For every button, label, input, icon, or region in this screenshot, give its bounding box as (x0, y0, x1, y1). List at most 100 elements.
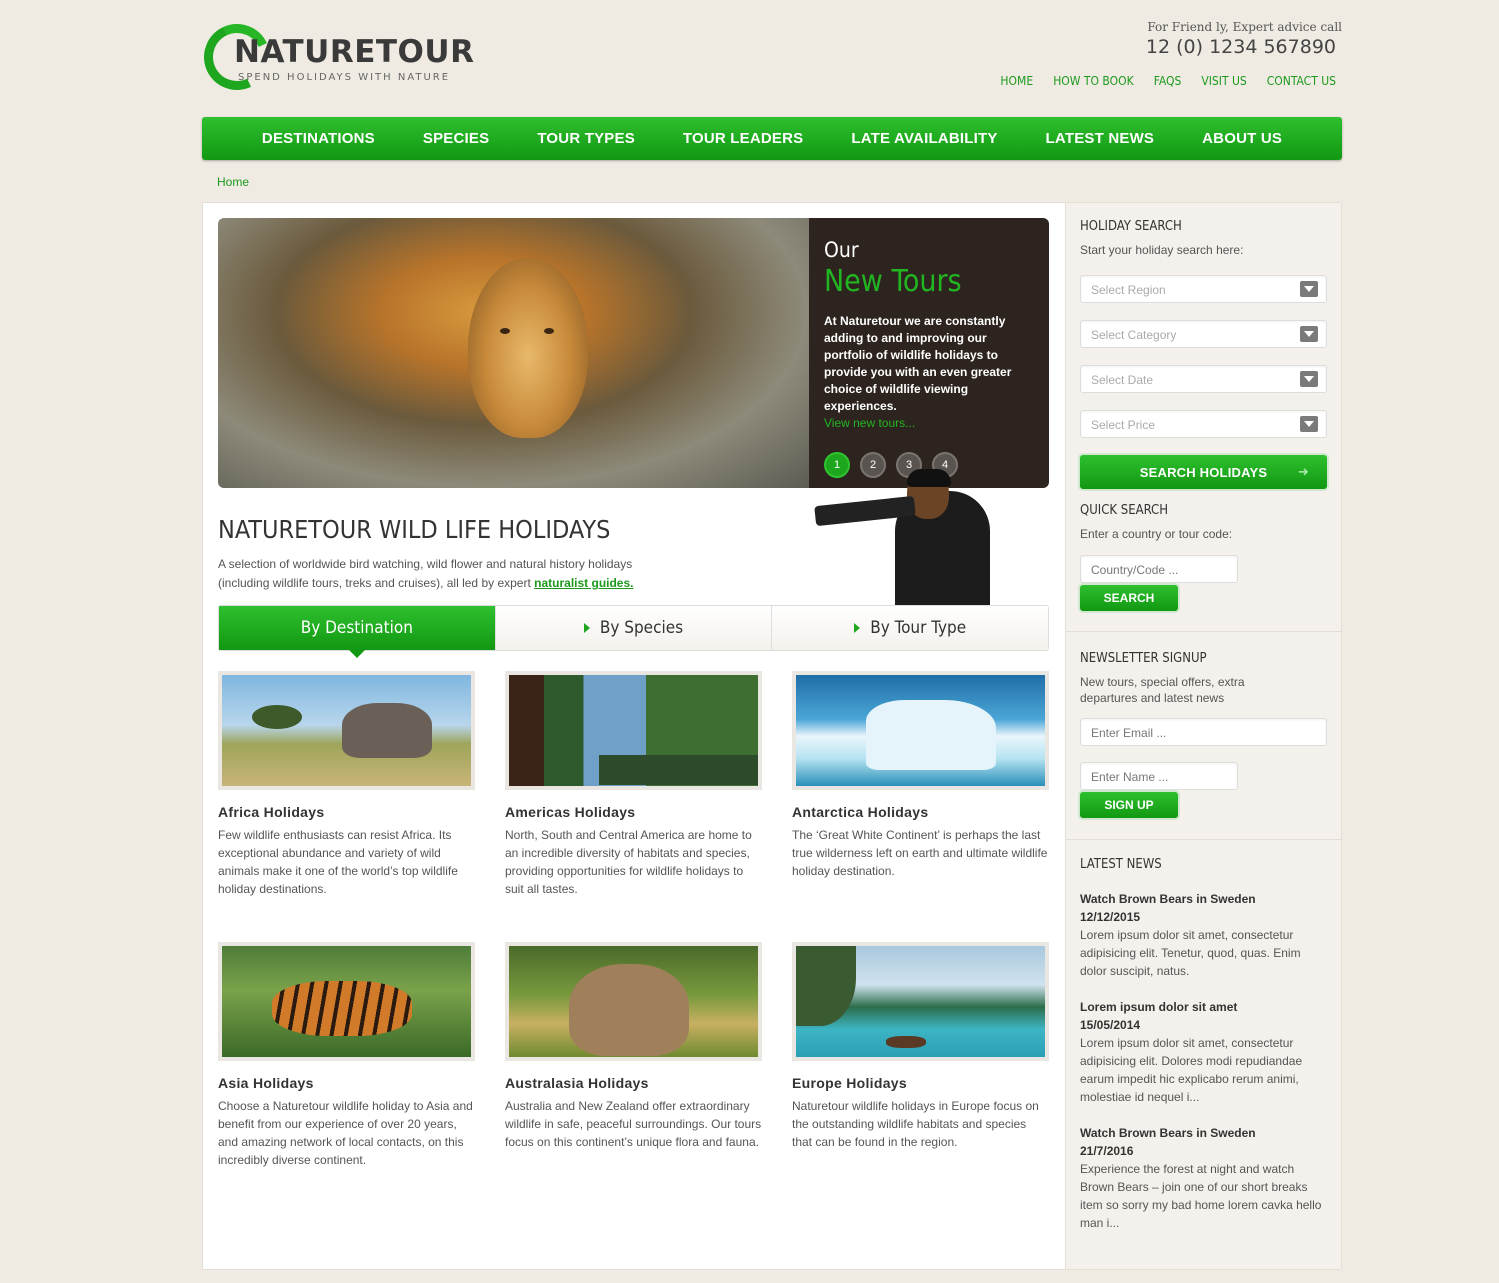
chevron-down-icon (1300, 326, 1318, 342)
card-title[interactable]: Asia Holidays (218, 1075, 475, 1091)
destination-card-asia: Asia Holidays Choose a Naturetour wildli… (218, 942, 475, 1193)
news-title[interactable]: Watch Brown Bears in Sweden (1080, 1124, 1328, 1142)
news-body: Lorem ipsum dolor sit amet, consectetur … (1080, 1036, 1303, 1104)
newsletter-section: NEWSLETTER SIGNUP New tours, special off… (1080, 651, 1328, 818)
quick-search-section: QUICK SEARCH Enter a country or tour cod… (1080, 503, 1328, 611)
triangle-right-icon (583, 623, 590, 633)
top-link-how-to-book[interactable]: HOW TO BOOK (1053, 74, 1134, 88)
nav-latest-news[interactable]: LATEST NEWS (1046, 130, 1155, 147)
lake-shape (599, 755, 758, 785)
tree-shape (252, 705, 302, 729)
news-body: Lorem ipsum dolor sit amet, consectetur … (1080, 928, 1301, 978)
hero-view-link[interactable]: View new tours... (824, 416, 1034, 430)
tab-by-species[interactable]: By Species (495, 606, 773, 650)
country-code-input[interactable]: Country/Code ... (1080, 555, 1238, 583)
page-title: NATURETOUR WILD LIFE HOLIDAYS (218, 515, 611, 544)
intro-text: A selection of worldwide bird watching, … (218, 555, 658, 593)
top-link-contact-us[interactable]: CONTACT US (1267, 74, 1336, 88)
europe-lagoon-image[interactable] (792, 942, 1049, 1061)
divider (1066, 631, 1342, 632)
breadcrumb[interactable]: Home (217, 175, 249, 189)
button-label: SEARCH HOLIDAYS (1139, 464, 1268, 480)
select-category[interactable]: Select Category (1080, 320, 1327, 348)
hero-lion-image (218, 218, 809, 488)
select-value: Select Date (1091, 373, 1154, 387)
elephant-shape (342, 703, 432, 758)
destination-card-australasia: Australasia Holidays Australia and New Z… (505, 942, 762, 1193)
card-title[interactable]: Australasia Holidays (505, 1075, 762, 1091)
news-item: Lorem ipsum dolor sit amet 15/05/2014 Lo… (1080, 998, 1328, 1106)
main-navigation: DESTINATIONS SPECIES TOUR TYPES TOUR LEA… (202, 117, 1342, 160)
select-price[interactable]: Select Price (1080, 410, 1327, 438)
hero-caption-panel: Our New Tours At Naturetour we are const… (809, 218, 1049, 488)
chevron-down-icon (1300, 371, 1318, 387)
tab-label: By Destination (300, 618, 413, 638)
hero-line2: New Tours (824, 264, 962, 299)
holiday-search-title: HOLIDAY SEARCH (1080, 219, 1182, 234)
hero-line1: Our (824, 238, 859, 262)
tab-label: By Tour Type (870, 618, 967, 638)
top-link-home[interactable]: HOME (1000, 74, 1033, 88)
card-text: North, South and Central America are hom… (505, 828, 752, 896)
kangaroo-shape (569, 964, 689, 1056)
top-links: HOME HOW TO BOOK FAQS VISIT US CONTACT U… (1000, 74, 1336, 88)
select-date[interactable]: Select Date (1080, 365, 1327, 393)
photographer-image (814, 469, 1000, 606)
name-field[interactable]: Enter Name ... (1080, 762, 1238, 790)
quick-search-button[interactable]: SEARCH (1080, 585, 1178, 611)
newsletter-title: NEWSLETTER SIGNUP (1080, 651, 1207, 666)
hero-text: At Naturetour we are constantly adding t… (824, 314, 1012, 413)
nav-late-availability[interactable]: LATE AVAILABILITY (851, 130, 997, 147)
news-item: Watch Brown Bears in Sweden 12/12/2015 L… (1080, 890, 1328, 980)
nav-tour-leaders[interactable]: TOUR LEADERS (683, 130, 803, 147)
chevron-down-icon (1300, 416, 1318, 432)
card-title[interactable]: Americas Holidays (505, 804, 762, 820)
destination-card-africa: Africa Holidays Few wildlife enthusiasts… (218, 671, 475, 922)
card-text: The ‘Great White Continent’ is perhaps t… (792, 828, 1048, 878)
nav-destinations[interactable]: DESTINATIONS (262, 130, 375, 147)
americas-forest-image[interactable] (505, 671, 762, 790)
destination-card-americas: Americas Holidays North, South and Centr… (505, 671, 762, 922)
triangle-right-icon (854, 623, 861, 633)
asia-tiger-image[interactable] (218, 942, 475, 1061)
news-title[interactable]: Lorem ipsum dolor sit amet (1080, 998, 1328, 1016)
antarctica-iceberg-image[interactable] (792, 671, 1049, 790)
nav-about-us[interactable]: ABOUT US (1202, 130, 1282, 147)
news-title[interactable]: Watch Brown Bears in Sweden (1080, 890, 1328, 908)
select-value: Select Region (1091, 283, 1166, 297)
africa-elephant-image[interactable] (218, 671, 475, 790)
holiday-search-subtitle: Start your holiday search here: (1080, 243, 1244, 257)
lion-face-shape (468, 258, 588, 438)
card-text: Few wildlife enthusiasts can resist Afri… (218, 828, 458, 896)
advice-text: For Friend ly, Expert advice call (1147, 20, 1342, 34)
select-value: Select Category (1091, 328, 1177, 342)
tiger-shape (272, 981, 412, 1036)
site-logo[interactable]: NATURETOUR SPEND HOLIDAYS WITH NATURE (194, 14, 474, 100)
tab-label: By Species (599, 618, 684, 638)
latest-news-title: LATEST NEWS (1080, 857, 1162, 872)
top-link-faqs[interactable]: FAQS (1154, 74, 1182, 88)
card-text: Choose a Naturetour wildlife holiday to … (218, 1099, 473, 1167)
arrow-right-icon: ➜ (1297, 464, 1309, 479)
nav-species[interactable]: SPECIES (423, 130, 489, 147)
chevron-down-icon (1300, 281, 1318, 297)
australasia-kangaroo-image[interactable] (505, 942, 762, 1061)
nav-tour-types[interactable]: TOUR TYPES (537, 130, 635, 147)
news-date: 12/12/2015 (1080, 910, 1141, 924)
naturalist-guides-link[interactable]: naturalist guides. (534, 576, 633, 590)
select-region[interactable]: Select Region (1080, 275, 1327, 303)
tab-by-tour-type[interactable]: By Tour Type (772, 606, 1049, 650)
search-holidays-button[interactable]: SEARCH HOLIDAYS ➜ (1080, 455, 1327, 489)
logo-tagline: SPEND HOLIDAYS WITH NATURE (238, 72, 451, 83)
top-link-visit-us[interactable]: VISIT US (1201, 74, 1246, 88)
boat-shape (886, 1036, 926, 1048)
news-body: Experience the forest at night and watch… (1080, 1162, 1322, 1230)
tab-by-destination[interactable]: By Destination (219, 606, 496, 658)
sign-up-button[interactable]: SIGN UP (1080, 792, 1178, 818)
lion-eye-right (544, 328, 554, 334)
card-title[interactable]: Europe Holidays (792, 1075, 1049, 1091)
newsletter-subtitle: New tours, special offers, extra departu… (1080, 675, 1245, 705)
card-title[interactable]: Antarctica Holidays (792, 804, 1049, 820)
card-title[interactable]: Africa Holidays (218, 804, 475, 820)
email-field[interactable]: Enter Email ... (1080, 718, 1327, 746)
